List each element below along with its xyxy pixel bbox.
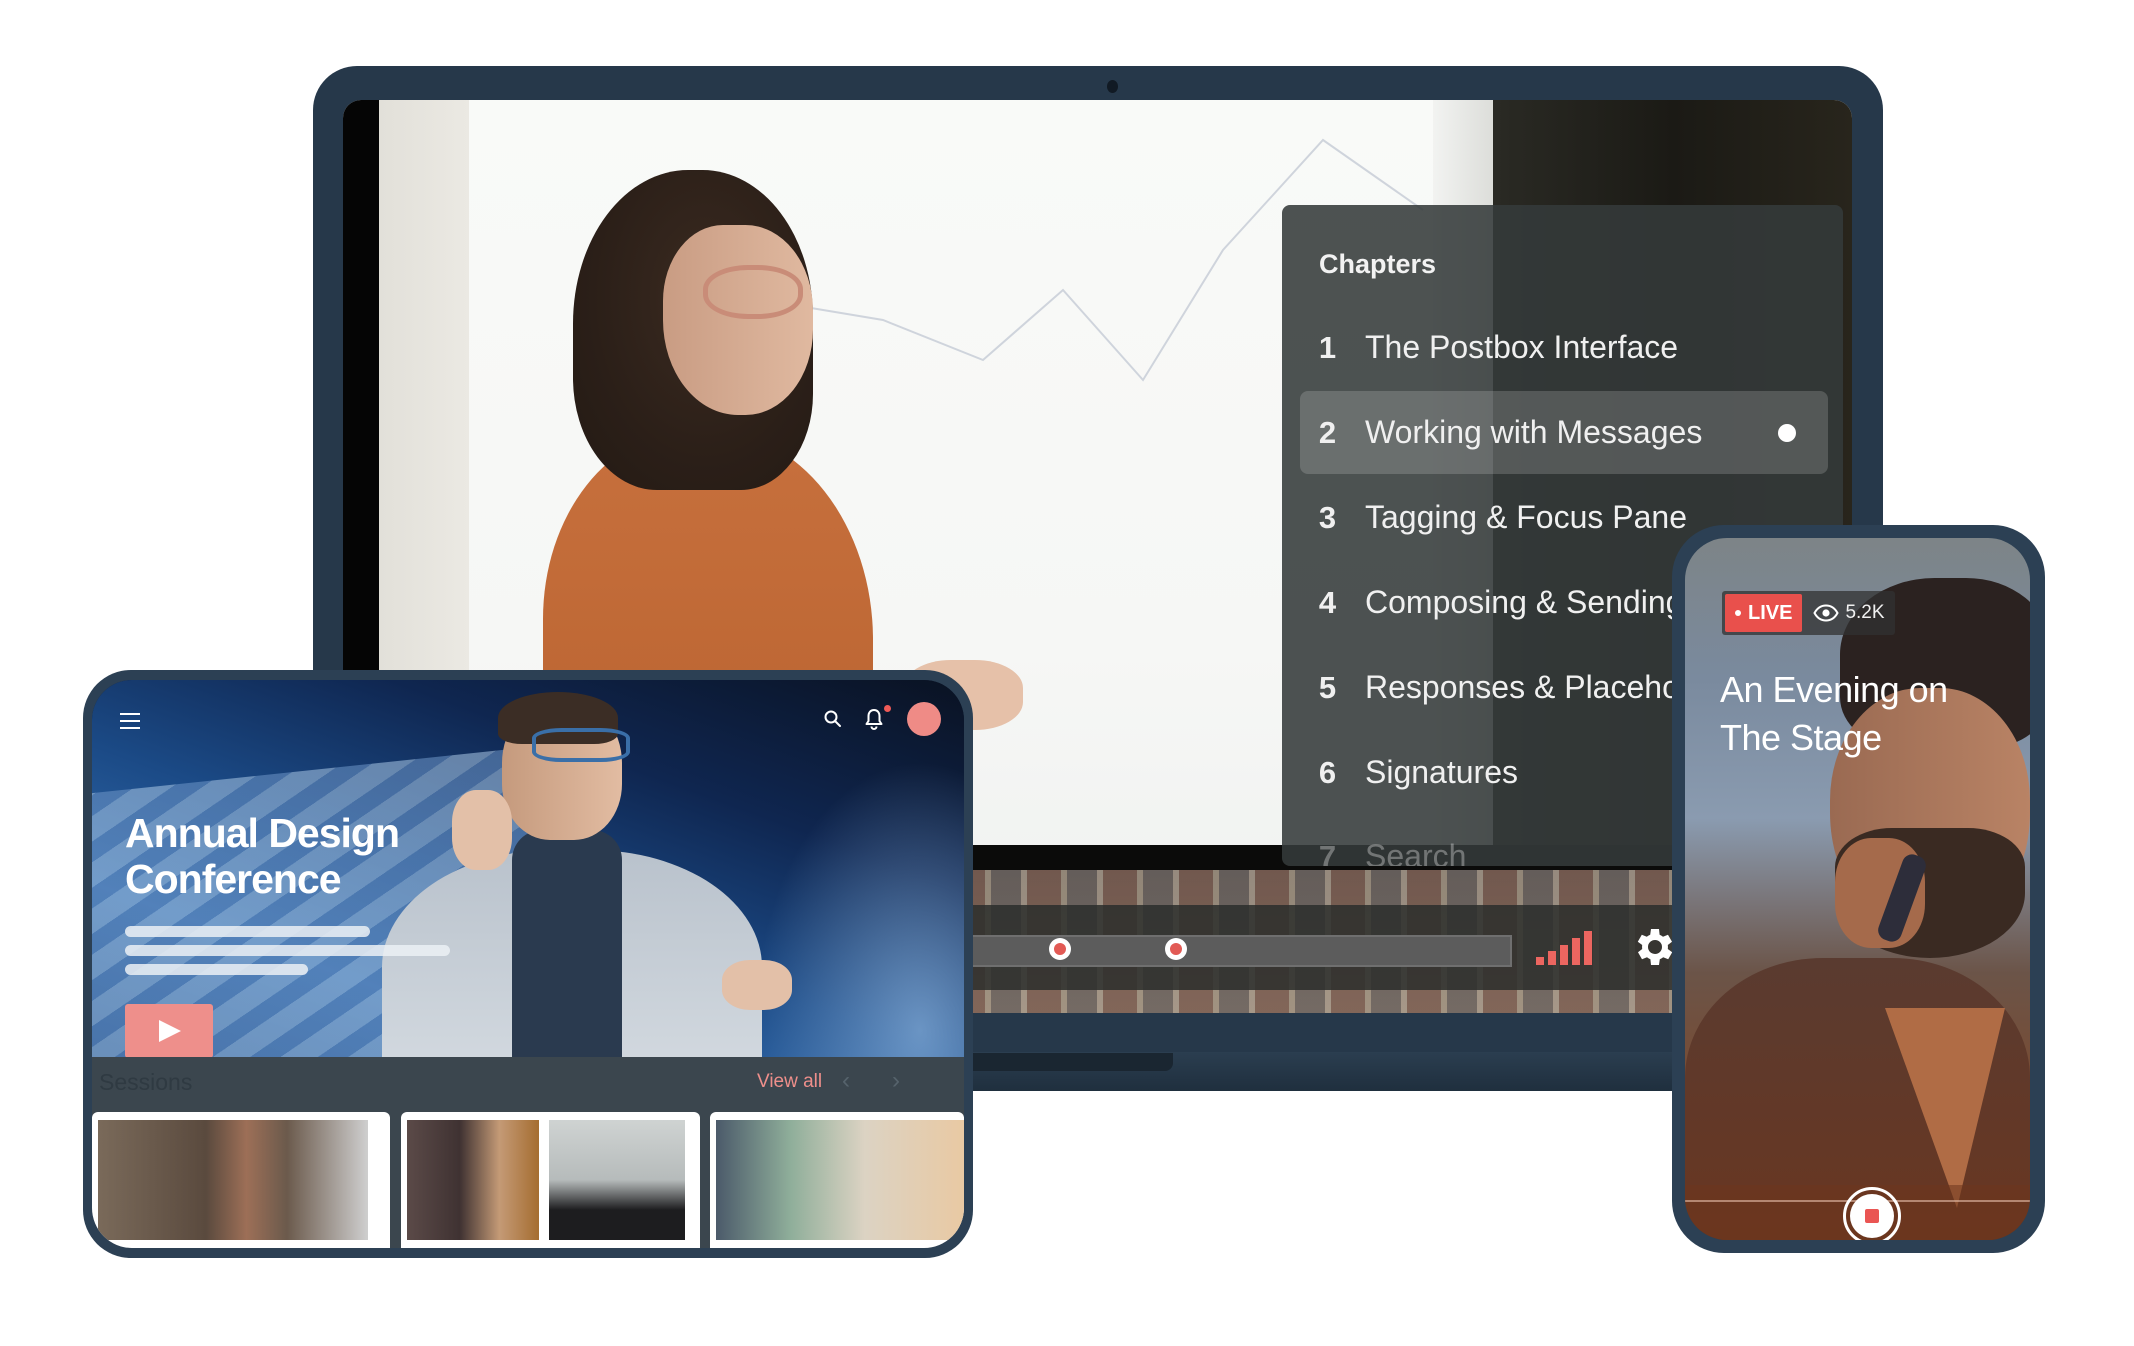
chapters-title: Chapters	[1319, 249, 1437, 279]
stream-title-line-2: The Stage	[1720, 717, 1882, 758]
camera-icon	[1107, 80, 1118, 93]
session-card[interactable]	[401, 1112, 700, 1248]
text-placeholder-line	[125, 945, 450, 956]
sessions-carousel	[92, 1107, 964, 1248]
session-card[interactable]	[92, 1112, 390, 1248]
live-badge: LIVE	[1725, 594, 1803, 632]
chapter-label: Working with Messages	[1365, 414, 1703, 450]
view-all-link[interactable]: View all	[757, 1071, 822, 1093]
hero-title: Annual Design Conference	[125, 810, 400, 902]
sessions-header: Sessions View all ‹ ›	[92, 1057, 964, 1107]
chapter-number: 7	[1318, 838, 1337, 867]
live-status-chip: LIVE 5.2K	[1722, 591, 1895, 635]
chapter-item-1[interactable]: 1 The Postbox Interface	[1300, 306, 1828, 389]
session-card[interactable]	[710, 1112, 964, 1248]
avatar[interactable]	[907, 702, 941, 736]
viewer-count: 5.2K	[1805, 602, 1894, 624]
phone-device: LIVE 5.2K An Evening on The Stage	[1672, 525, 2045, 1253]
stop-record-button[interactable]	[1850, 1194, 1894, 1238]
hero-banner[interactable]: Annual Design Conference	[92, 680, 964, 1121]
session-thumbnail	[407, 1120, 539, 1240]
session-thumbnail	[98, 1120, 368, 1240]
text-placeholder-line	[125, 926, 370, 937]
chapter-number: 3	[1318, 499, 1337, 535]
text-placeholder-line	[125, 964, 308, 975]
sessions-title: Sessions	[99, 1069, 193, 1095]
tablet-device: Annual Design Conference Sessions View a…	[83, 670, 973, 1258]
current-chapter-indicator	[1778, 423, 1796, 442]
viewer-count-value: 5.2K	[1845, 602, 1885, 623]
hero-title-line-1: Annual Design	[125, 810, 400, 856]
chapter-marker[interactable]	[1165, 938, 1187, 960]
speaker-hand-right	[722, 960, 792, 1010]
chapter-number: 2	[1318, 414, 1337, 450]
chapter-number: 4	[1318, 584, 1337, 620]
live-stream-screen[interactable]: LIVE 5.2K An Evening on The Stage	[1685, 538, 2030, 1240]
tablet-screen: Annual Design Conference Sessions View a…	[92, 680, 964, 1248]
chevron-right-icon[interactable]: ›	[892, 1067, 900, 1095]
live-label: LIVE	[1748, 601, 1793, 624]
stream-title: An Evening on The Stage	[1720, 666, 1948, 762]
eye-icon	[1813, 604, 1840, 622]
chapter-label: The Postbox Interface	[1365, 329, 1679, 365]
hero-title-line-2: Conference	[125, 856, 342, 902]
signal-strength-icon[interactable]	[1536, 929, 1600, 965]
presenter-face	[663, 225, 813, 415]
live-dot-icon	[1735, 610, 1741, 616]
speaker-sweater	[512, 830, 622, 1060]
hero-spotlight	[752, 760, 964, 1060]
chevron-left-icon[interactable]: ‹	[842, 1067, 850, 1095]
search-icon[interactable]	[823, 709, 843, 729]
hamburger-menu-icon[interactable]	[120, 713, 140, 729]
chapter-number: 1	[1318, 329, 1337, 365]
chapter-number: 6	[1318, 754, 1337, 790]
session-thumbnail	[549, 1120, 685, 1240]
presenter-glasses	[703, 265, 803, 319]
session-thumbnail	[716, 1120, 964, 1240]
speaker-hand-left	[452, 790, 512, 870]
stream-title-line-1: An Evening on	[1720, 669, 1948, 710]
bell-icon[interactable]	[863, 707, 885, 731]
speaker-glasses	[532, 728, 630, 762]
play-button[interactable]	[125, 1004, 213, 1058]
notification-badge	[884, 705, 891, 712]
chapter-number: 5	[1318, 669, 1337, 705]
chapter-marker[interactable]	[1049, 938, 1071, 960]
chapter-item-2[interactable]: 2 Working with Messages	[1300, 391, 1828, 474]
